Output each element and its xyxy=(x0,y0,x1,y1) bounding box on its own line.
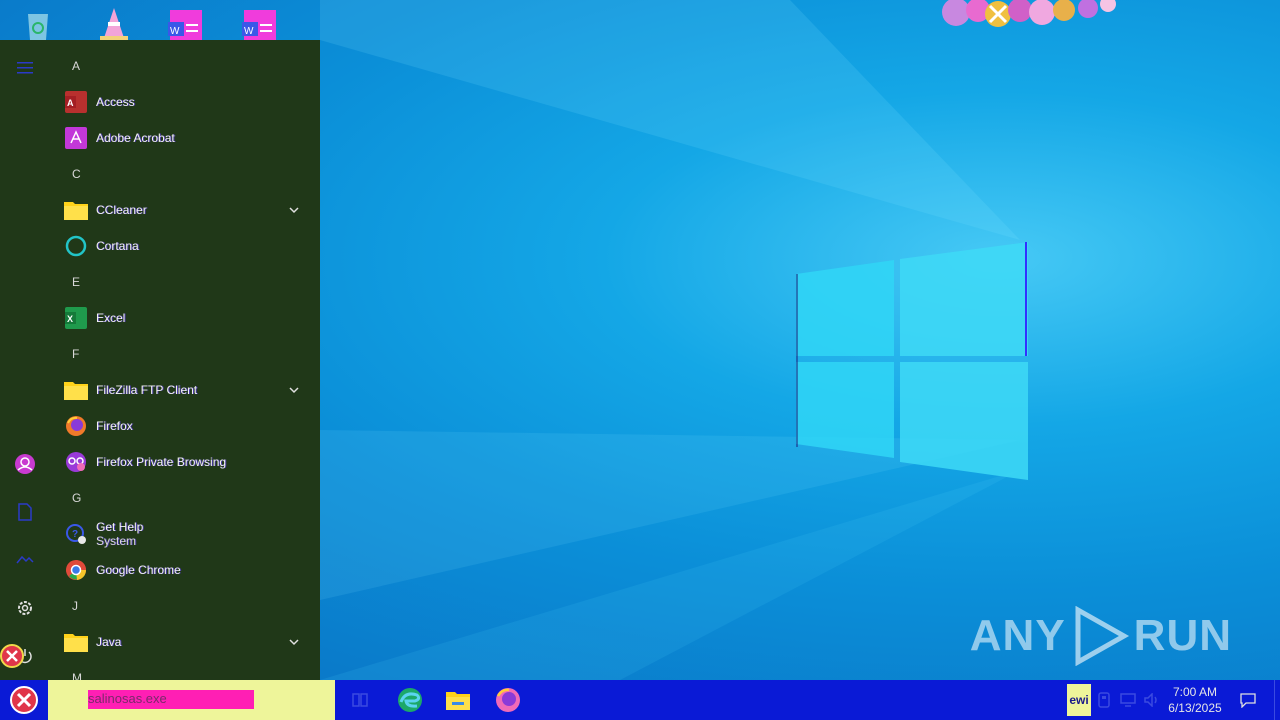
get-help-icon: ? xyxy=(64,522,88,546)
start-rail xyxy=(0,40,50,680)
folder-icon xyxy=(64,378,88,402)
app-item-get-help[interactable]: ? Get Help System xyxy=(50,516,320,552)
clock-date: 6/13/2025 xyxy=(1168,701,1222,715)
group-header-c[interactable]: C xyxy=(50,156,320,192)
start-button[interactable] xyxy=(0,680,48,720)
file-explorer-button[interactable] xyxy=(434,680,482,720)
cortana-icon xyxy=(64,234,88,258)
folder-icon xyxy=(64,198,88,222)
app-label: Get Help System xyxy=(96,520,143,548)
task-view-button[interactable] xyxy=(336,680,384,720)
notification-icon xyxy=(1240,693,1256,708)
app-label: FileZilla FTP Client xyxy=(96,383,198,397)
recycle-bin-icon[interactable] xyxy=(16,6,60,42)
search-input[interactable]: salinosas.exe xyxy=(88,691,167,706)
firefox-private-icon xyxy=(64,450,88,474)
folder-icon xyxy=(64,630,88,654)
app-item-access[interactable]: A Access xyxy=(50,84,320,120)
group-header-f[interactable]: F xyxy=(50,336,320,372)
app-label: Java xyxy=(96,635,122,649)
clock-time: 7:00 AM xyxy=(1172,685,1218,699)
svg-text:W: W xyxy=(170,26,180,37)
settings-icon[interactable] xyxy=(13,596,37,620)
firefox-icon xyxy=(64,414,88,438)
file-explorer-icon xyxy=(446,692,470,710)
pictures-icon[interactable] xyxy=(13,548,37,572)
adobe-acrobat-icon xyxy=(64,126,88,150)
show-desktop-button[interactable] xyxy=(1274,680,1280,720)
windows-logo xyxy=(796,242,1028,480)
traffic-cone-icon[interactable] xyxy=(92,6,136,42)
chevron-down-icon[interactable] xyxy=(288,204,300,216)
app-item-excel[interactable]: X Excel xyxy=(50,300,320,336)
system-tray-flyout-icons xyxy=(942,0,1116,27)
notifications-button[interactable] xyxy=(1236,688,1260,712)
watermark-left: ANY xyxy=(969,611,1066,660)
app-label: Firefox xyxy=(96,419,133,433)
chevron-down-icon[interactable] xyxy=(288,384,300,396)
app-item-firefox-private[interactable]: Firefox Private Browsing xyxy=(50,444,320,480)
language-indicator[interactable]: ewi xyxy=(1067,684,1091,716)
taskbar: salinosas.exe ewi 7:00 AM 6/13/2025 xyxy=(0,680,1280,720)
app-label: Adobe Acrobat xyxy=(96,131,175,145)
clock[interactable]: 7:00 AM 6/13/2025 xyxy=(1166,684,1224,716)
network-icon[interactable] xyxy=(1094,690,1114,710)
group-header-g[interactable]: G xyxy=(50,480,320,516)
get-help-label: Get Help xyxy=(96,520,144,534)
search-box[interactable]: salinosas.exe xyxy=(48,680,335,720)
app-label: Firefox Private Browsing xyxy=(96,455,227,469)
play-icon xyxy=(1075,606,1129,666)
app-label: Cortana xyxy=(96,239,139,253)
task-view-icon xyxy=(352,693,368,707)
chrome-icon xyxy=(64,558,88,582)
watermark-right: RUN xyxy=(1133,611,1232,660)
app-item-adobe-acrobat[interactable]: Adobe Acrobat xyxy=(50,120,320,156)
anyrun-watermark: ANY RUN xyxy=(970,606,1232,666)
document-icon[interactable]: W xyxy=(238,6,282,42)
access-icon: A xyxy=(64,90,88,114)
app-item-java[interactable]: Java xyxy=(50,624,320,660)
svg-text:W: W xyxy=(244,26,254,37)
chevron-down-icon[interactable] xyxy=(288,636,300,648)
app-item-ccleaner[interactable]: CCleaner xyxy=(50,192,320,228)
app-item-firefox[interactable]: Firefox xyxy=(50,408,320,444)
group-header-j[interactable]: J xyxy=(50,588,320,624)
app-item-google-chrome[interactable]: Google Chrome xyxy=(50,552,320,588)
start-menu: A A Access Adobe Acrobat C CCleaner Cort… xyxy=(0,40,320,685)
app-item-filezilla[interactable]: FileZilla FTP Client xyxy=(50,372,320,408)
app-item-cortana[interactable]: Cortana xyxy=(50,228,320,264)
firefox-button[interactable] xyxy=(484,680,532,720)
edge-icon xyxy=(398,688,422,712)
app-label: CCleaner xyxy=(96,203,147,217)
svg-text:?: ? xyxy=(72,529,78,540)
hamburger-menu-icon[interactable] xyxy=(13,56,37,80)
display-icon[interactable] xyxy=(1118,690,1138,710)
error-icon xyxy=(0,644,24,668)
app-label: Access xyxy=(96,95,135,109)
edge-button[interactable] xyxy=(386,680,434,720)
excel-icon: X xyxy=(64,306,88,330)
document-icon[interactable]: W xyxy=(164,6,208,42)
app-label: Google Chrome xyxy=(96,563,181,577)
error-icon xyxy=(10,686,38,714)
user-icon[interactable] xyxy=(13,452,37,476)
app-label: Excel xyxy=(96,311,126,325)
get-help-subtitle: System xyxy=(96,534,137,548)
svg-text:A: A xyxy=(67,98,74,108)
svg-text:X: X xyxy=(67,314,73,324)
documents-icon[interactable] xyxy=(13,500,37,524)
group-header-a[interactable]: A xyxy=(50,48,320,84)
volume-icon[interactable] xyxy=(1142,690,1162,710)
group-header-e[interactable]: E xyxy=(50,264,320,300)
app-list: A A Access Adobe Acrobat C CCleaner Cort… xyxy=(50,48,320,696)
firefox-icon xyxy=(496,688,520,712)
